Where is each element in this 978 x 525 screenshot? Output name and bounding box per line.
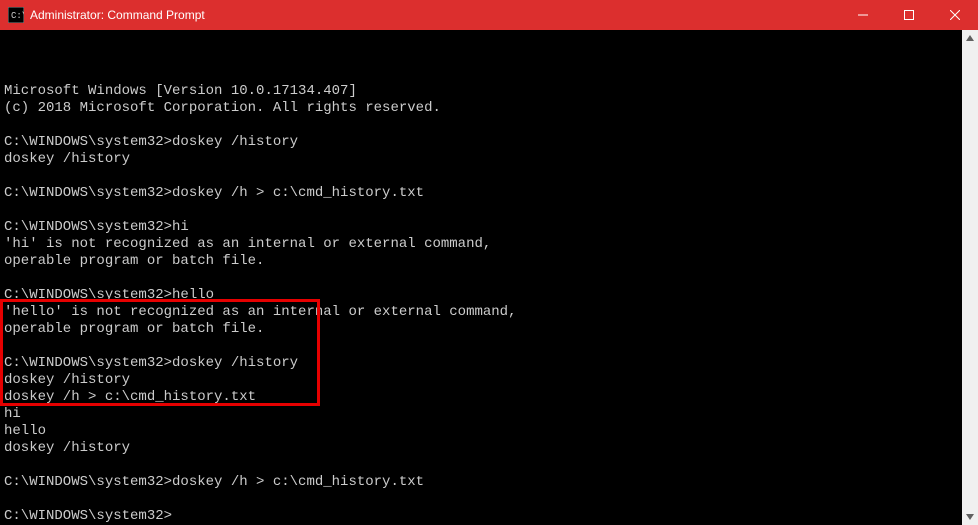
titlebar[interactable]: C:\ Administrator: Command Prompt	[0, 0, 978, 30]
terminal-line: C:\WINDOWS\system32>doskey /h > c:\cmd_h…	[4, 474, 962, 491]
terminal-line	[4, 168, 962, 185]
terminal-line: hi	[4, 406, 962, 423]
terminal-line: doskey /history	[4, 440, 962, 457]
terminal-line: 'hello' is not recognized as an internal…	[4, 304, 962, 321]
terminal-line	[4, 457, 962, 474]
terminal-line: hello	[4, 423, 962, 440]
terminal-line: C:\WINDOWS\system32>doskey /history	[4, 355, 962, 372]
terminal-line: C:\WINDOWS\system32>doskey /history	[4, 134, 962, 151]
terminal-line: C:\WINDOWS\system32>	[4, 508, 962, 525]
terminal-line	[4, 338, 962, 355]
terminal-line: doskey /history	[4, 372, 962, 389]
terminal-line: 'hi' is not recognized as an internal or…	[4, 236, 962, 253]
terminal-line: operable program or batch file.	[4, 253, 962, 270]
command-prompt-window: C:\ Administrator: Command Prompt Micros…	[0, 0, 978, 512]
scroll-track[interactable]	[962, 46, 978, 509]
terminal-line: doskey /h > c:\cmd_history.txt	[4, 389, 962, 406]
terminal-line	[4, 270, 962, 287]
terminal-line: Microsoft Windows [Version 10.0.17134.40…	[4, 83, 962, 100]
terminal-line: doskey /history	[4, 151, 962, 168]
terminal-line	[4, 202, 962, 219]
terminal-line: (c) 2018 Microsoft Corporation. All righ…	[4, 100, 962, 117]
terminal-container: Microsoft Windows [Version 10.0.17134.40…	[0, 30, 978, 525]
window-title: Administrator: Command Prompt	[30, 8, 840, 22]
scroll-up-button[interactable]	[962, 30, 978, 46]
scroll-down-button[interactable]	[962, 509, 978, 525]
close-button[interactable]	[932, 0, 978, 30]
window-controls	[840, 0, 978, 30]
terminal-line: C:\WINDOWS\system32>hi	[4, 219, 962, 236]
terminal-line: C:\WINDOWS\system32>doskey /h > c:\cmd_h…	[4, 185, 962, 202]
svg-text:C:\: C:\	[11, 11, 24, 21]
maximize-button[interactable]	[886, 0, 932, 30]
terminal-output[interactable]: Microsoft Windows [Version 10.0.17134.40…	[0, 30, 962, 525]
terminal-line	[4, 117, 962, 134]
minimize-button[interactable]	[840, 0, 886, 30]
cmd-icon: C:\	[8, 7, 24, 23]
terminal-line	[4, 491, 962, 508]
vertical-scrollbar[interactable]	[962, 30, 978, 525]
terminal-line: C:\WINDOWS\system32>hello	[4, 287, 962, 304]
terminal-line: operable program or batch file.	[4, 321, 962, 338]
